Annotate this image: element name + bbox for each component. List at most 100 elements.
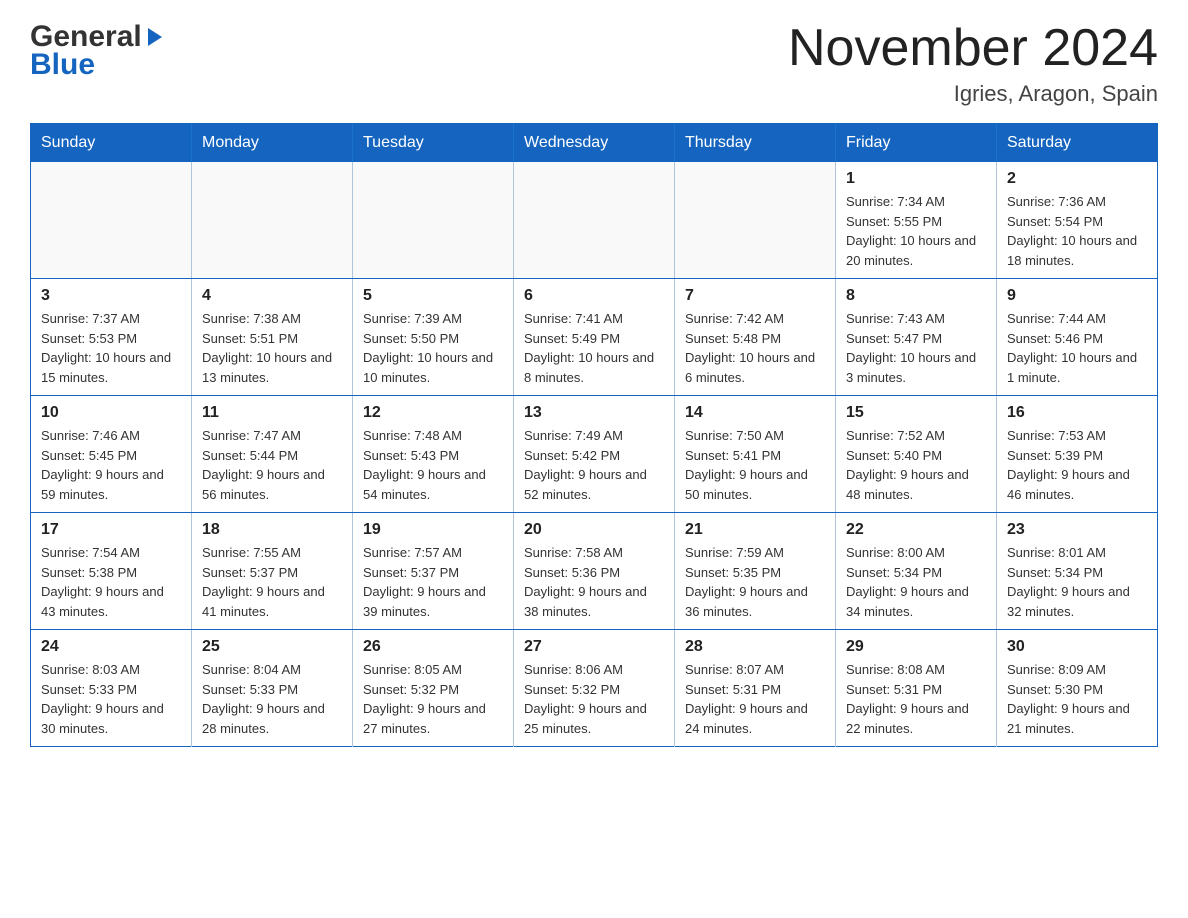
calendar-cell [514, 162, 675, 279]
day-number: 19 [363, 521, 503, 539]
day-of-week-thursday: Thursday [675, 124, 836, 163]
day-number: 18 [202, 521, 342, 539]
day-info: Sunrise: 7:38 AMSunset: 5:51 PMDaylight:… [202, 309, 342, 387]
day-info: Sunrise: 7:48 AMSunset: 5:43 PMDaylight:… [363, 426, 503, 504]
logo: General Blue [30, 20, 166, 82]
day-info: Sunrise: 8:08 AMSunset: 5:31 PMDaylight:… [846, 660, 986, 738]
calendar-cell [353, 162, 514, 279]
day-info: Sunrise: 8:00 AMSunset: 5:34 PMDaylight:… [846, 543, 986, 621]
day-of-week-wednesday: Wednesday [514, 124, 675, 163]
day-number: 9 [1007, 287, 1147, 305]
calendar-title: November 2024 [788, 20, 1158, 77]
page-header: General Blue November 2024 Igries, Arago… [30, 20, 1158, 107]
calendar-cell: 3 Sunrise: 7:37 AMSunset: 5:53 PMDaylight… [31, 279, 192, 396]
day-info: Sunrise: 7:58 AMSunset: 5:36 PMDaylight:… [524, 543, 664, 621]
day-number: 21 [685, 521, 825, 539]
day-number: 13 [524, 404, 664, 422]
day-info: Sunrise: 7:59 AMSunset: 5:35 PMDaylight:… [685, 543, 825, 621]
day-info: Sunrise: 7:57 AMSunset: 5:37 PMDaylight:… [363, 543, 503, 621]
day-number: 20 [524, 521, 664, 539]
calendar-cell: 15Sunrise: 7:52 AMSunset: 5:40 PMDayligh… [836, 396, 997, 513]
calendar-week-1: 1 Sunrise: 7:34 AMSunset: 5:55 PMDaylight… [31, 162, 1158, 279]
calendar-cell: 5 Sunrise: 7:39 AMSunset: 5:50 PMDaylight… [353, 279, 514, 396]
calendar-table: SundayMondayTuesdayWednesdayThursdayFrid… [30, 123, 1158, 747]
calendar-cell: 12 Sunrise: 7:48 AMSunset: 5:43 PMDayligh… [353, 396, 514, 513]
calendar-week-2: 3 Sunrise: 7:37 AMSunset: 5:53 PMDaylight… [31, 279, 1158, 396]
day-info: Sunrise: 7:47 AMSunset: 5:44 PMDaylight:… [202, 426, 342, 504]
calendar-cell: 27 Sunrise: 8:06 AMSunset: 5:32 PMDayligh… [514, 630, 675, 747]
calendar-cell: 16Sunrise: 7:53 AMSunset: 5:39 PMDayligh… [997, 396, 1158, 513]
day-info: Sunrise: 7:41 AMSunset: 5:49 PMDaylight:… [524, 309, 664, 387]
day-number: 11 [202, 404, 342, 422]
day-number: 22 [846, 521, 986, 539]
calendar-week-3: 10 Sunrise: 7:46 AMSunset: 5:45 PMDayligh… [31, 396, 1158, 513]
day-of-week-monday: Monday [192, 124, 353, 163]
day-info: Sunrise: 8:06 AMSunset: 5:32 PMDaylight:… [524, 660, 664, 738]
day-info: Sunrise: 7:43 AMSunset: 5:47 PMDaylight:… [846, 309, 986, 387]
day-of-week-saturday: Saturday [997, 124, 1158, 163]
calendar-cell: 19 Sunrise: 7:57 AMSunset: 5:37 PMDayligh… [353, 513, 514, 630]
day-info: Sunrise: 7:34 AMSunset: 5:55 PMDaylight:… [846, 192, 986, 270]
calendar-cell: 17 Sunrise: 7:54 AMSunset: 5:38 PMDayligh… [31, 513, 192, 630]
day-number: 7 [685, 287, 825, 305]
calendar-cell: 23 Sunrise: 8:01 AMSunset: 5:34 PMDayligh… [997, 513, 1158, 630]
title-block: November 2024 Igries, Aragon, Spain [788, 20, 1158, 107]
calendar-subtitle: Igries, Aragon, Spain [788, 81, 1158, 107]
day-number: 27 [524, 638, 664, 656]
calendar-cell: 20 Sunrise: 7:58 AMSunset: 5:36 PMDayligh… [514, 513, 675, 630]
day-number: 25 [202, 638, 342, 656]
day-number: 4 [202, 287, 342, 305]
calendar-cell: 22 Sunrise: 8:00 AMSunset: 5:34 PMDayligh… [836, 513, 997, 630]
calendar-cell: 30Sunrise: 8:09 AMSunset: 5:30 PMDayligh… [997, 630, 1158, 747]
day-info: Sunrise: 7:54 AMSunset: 5:38 PMDaylight:… [41, 543, 181, 621]
day-of-week-tuesday: Tuesday [353, 124, 514, 163]
day-number: 3 [41, 287, 181, 305]
calendar-header-row: SundayMondayTuesdayWednesdayThursdayFrid… [31, 124, 1158, 163]
day-info: Sunrise: 7:37 AMSunset: 5:53 PMDaylight:… [41, 309, 181, 387]
calendar-cell: 18 Sunrise: 7:55 AMSunset: 5:37 PMDayligh… [192, 513, 353, 630]
day-number: 24 [41, 638, 181, 656]
day-info: Sunrise: 8:01 AMSunset: 5:34 PMDaylight:… [1007, 543, 1147, 621]
day-info: Sunrise: 8:05 AMSunset: 5:32 PMDaylight:… [363, 660, 503, 738]
calendar-cell: 9 Sunrise: 7:44 AMSunset: 5:46 PMDaylight… [997, 279, 1158, 396]
day-number: 10 [41, 404, 181, 422]
calendar-week-5: 24Sunrise: 8:03 AMSunset: 5:33 PMDayligh… [31, 630, 1158, 747]
day-info: Sunrise: 7:42 AMSunset: 5:48 PMDaylight:… [685, 309, 825, 387]
day-info: Sunrise: 7:55 AMSunset: 5:37 PMDaylight:… [202, 543, 342, 621]
calendar-week-4: 17 Sunrise: 7:54 AMSunset: 5:38 PMDayligh… [31, 513, 1158, 630]
calendar-cell: 4 Sunrise: 7:38 AMSunset: 5:51 PMDaylight… [192, 279, 353, 396]
day-number: 16 [1007, 404, 1147, 422]
calendar-cell: 10 Sunrise: 7:46 AMSunset: 5:45 PMDayligh… [31, 396, 192, 513]
calendar-cell: 24Sunrise: 8:03 AMSunset: 5:33 PMDayligh… [31, 630, 192, 747]
calendar-cell: 11 Sunrise: 7:47 AMSunset: 5:44 PMDayligh… [192, 396, 353, 513]
day-number: 8 [846, 287, 986, 305]
calendar-cell [192, 162, 353, 279]
day-info: Sunrise: 7:44 AMSunset: 5:46 PMDaylight:… [1007, 309, 1147, 387]
calendar-cell: 8 Sunrise: 7:43 AMSunset: 5:47 PMDaylight… [836, 279, 997, 396]
calendar-cell: 25 Sunrise: 8:04 AMSunset: 5:33 PMDayligh… [192, 630, 353, 747]
day-of-week-sunday: Sunday [31, 124, 192, 163]
day-number: 29 [846, 638, 986, 656]
calendar-cell: 1 Sunrise: 7:34 AMSunset: 5:55 PMDaylight… [836, 162, 997, 279]
day-number: 23 [1007, 521, 1147, 539]
calendar-cell: 14Sunrise: 7:50 AMSunset: 5:41 PMDayligh… [675, 396, 836, 513]
day-info: Sunrise: 7:46 AMSunset: 5:45 PMDaylight:… [41, 426, 181, 504]
calendar-cell: 13Sunrise: 7:49 AMSunset: 5:42 PMDayligh… [514, 396, 675, 513]
day-number: 6 [524, 287, 664, 305]
calendar-cell: 26Sunrise: 8:05 AMSunset: 5:32 PMDayligh… [353, 630, 514, 747]
day-info: Sunrise: 7:39 AMSunset: 5:50 PMDaylight:… [363, 309, 503, 387]
calendar-cell: 21 Sunrise: 7:59 AMSunset: 5:35 PMDayligh… [675, 513, 836, 630]
calendar-cell [31, 162, 192, 279]
calendar-cell: 2Sunrise: 7:36 AMSunset: 5:54 PMDaylight… [997, 162, 1158, 279]
logo-arrow-icon [144, 26, 166, 48]
calendar-cell: 28Sunrise: 8:07 AMSunset: 5:31 PMDayligh… [675, 630, 836, 747]
day-info: Sunrise: 8:04 AMSunset: 5:33 PMDaylight:… [202, 660, 342, 738]
day-number: 5 [363, 287, 503, 305]
day-number: 1 [846, 170, 986, 188]
day-of-week-friday: Friday [836, 124, 997, 163]
day-number: 12 [363, 404, 503, 422]
day-number: 17 [41, 521, 181, 539]
day-number: 30 [1007, 638, 1147, 656]
calendar-cell: 29 Sunrise: 8:08 AMSunset: 5:31 PMDayligh… [836, 630, 997, 747]
day-number: 28 [685, 638, 825, 656]
